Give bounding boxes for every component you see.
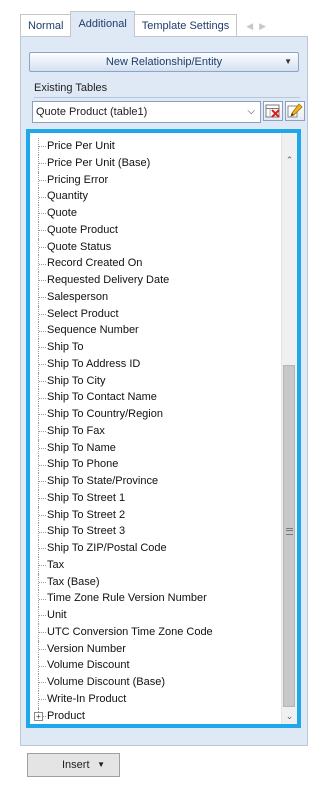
existing-tables-label: Existing Tables (34, 82, 108, 94)
tree-item[interactable]: Ship To City (30, 372, 275, 390)
edit-table-icon (287, 103, 303, 118)
scroll-down-icon[interactable]: ⌄ (282, 709, 297, 724)
tree-item[interactable]: Quote Status (30, 238, 275, 256)
tree-item[interactable]: UTC Conversion Time Zone Code (30, 623, 275, 641)
tab-next-icon[interactable]: ▶ (259, 21, 272, 31)
grip-icon (286, 528, 293, 535)
tree-item-product[interactable]: + Product (30, 707, 275, 725)
tree-item[interactable]: Price Per Unit (30, 138, 275, 155)
tree-item[interactable]: Ship To Fax (30, 422, 275, 440)
section-divider (34, 97, 300, 98)
edit-table-button[interactable] (285, 101, 305, 121)
tree-item[interactable]: Ship To Phone (30, 456, 275, 473)
tab-strip: Normal Additional Template Settings ◀▶ (20, 9, 272, 37)
tree-item[interactable]: Ship To Contact Name (30, 389, 275, 406)
new-relationship-entity-button[interactable]: New Relationship/Entity ▼ (29, 52, 299, 72)
tree-item[interactable]: Price Per Unit (Base) (30, 154, 275, 172)
chevron-down-icon: ▼ (97, 760, 105, 769)
tree-item[interactable]: Ship To Address ID (30, 355, 275, 373)
tree-item[interactable]: Ship To Street 2 (30, 506, 275, 524)
tree-item[interactable]: Quote (30, 205, 275, 222)
tree-item[interactable]: Select Product (30, 305, 275, 323)
tree-item[interactable]: Sequence Number (30, 322, 275, 339)
tree-scrollbar[interactable]: ⌃ ⌄ (281, 133, 297, 724)
delete-table-icon (265, 104, 280, 118)
expand-plus-icon[interactable]: + (34, 711, 43, 721)
tree-item[interactable]: Quantity (30, 188, 275, 205)
existing-tables-select[interactable]: Quote Product (table1) ⌵ (32, 101, 261, 123)
tree-item[interactable]: Time Zone Rule Version Number (30, 590, 275, 607)
tree-item[interactable]: Ship To State/Province (30, 473, 275, 490)
tree-item[interactable]: Tax (30, 556, 275, 574)
tree-item[interactable]: Version Number (30, 640, 275, 658)
tab-prev-icon[interactable]: ◀ (246, 21, 259, 31)
chevron-down-icon: ▼ (284, 57, 292, 66)
insert-button[interactable]: Insert ▼ (27, 753, 120, 777)
chevron-down-icon: ⌵ (247, 106, 255, 117)
tree-item[interactable]: Volume Discount (Base) (30, 674, 275, 691)
tree-item[interactable]: Ship To Country/Region (30, 406, 275, 423)
scroll-up-icon[interactable]: ⌃ (282, 153, 297, 168)
tree-item[interactable]: Ship To Name (30, 439, 275, 457)
tree-item[interactable]: Ship To Street 1 (30, 489, 275, 507)
delete-table-button[interactable] (263, 101, 283, 121)
tree-item[interactable]: Volume Discount (30, 657, 275, 674)
tree-item[interactable]: Write-In Product (30, 690, 275, 708)
tree-item[interactable]: Pricing Error (30, 171, 275, 189)
additional-panel: New Relationship/Entity ▼ Existing Table… (20, 36, 308, 746)
tab-additional[interactable]: Additional (70, 11, 135, 37)
scroll-thumb[interactable] (283, 365, 295, 707)
tree-item[interactable]: Ship To ZIP/Postal Code (30, 540, 275, 557)
new-relationship-label: New Relationship/Entity (105, 56, 223, 68)
field-tree[interactable]: Price Per Unit Price Per Unit (Base) Pri… (26, 129, 301, 728)
tree-item[interactable]: Quote Product (30, 221, 275, 239)
insert-label: Insert (62, 759, 90, 771)
tree-item-product-label: Product (47, 709, 85, 722)
tree-item[interactable]: Unit (30, 607, 275, 624)
tab-normal[interactable]: Normal (20, 14, 72, 37)
tab-template-settings[interactable]: Template Settings (133, 14, 238, 37)
tree-item[interactable]: Tax (Base) (30, 573, 275, 591)
tab-scroll-arrows[interactable]: ◀▶ (246, 15, 272, 37)
tree-item[interactable]: Record Created On (30, 255, 275, 272)
field-tree-list: Price Per Unit Price Per Unit (Base) Pri… (30, 138, 275, 724)
tree-item[interactable]: Ship To (30, 339, 275, 356)
tree-item[interactable]: Ship To Street 3 (30, 523, 275, 540)
tree-item[interactable]: Salesperson (30, 288, 275, 306)
existing-tables-value: Quote Product (table1) (36, 106, 148, 118)
tree-item[interactable]: Requested Delivery Date (30, 272, 275, 289)
